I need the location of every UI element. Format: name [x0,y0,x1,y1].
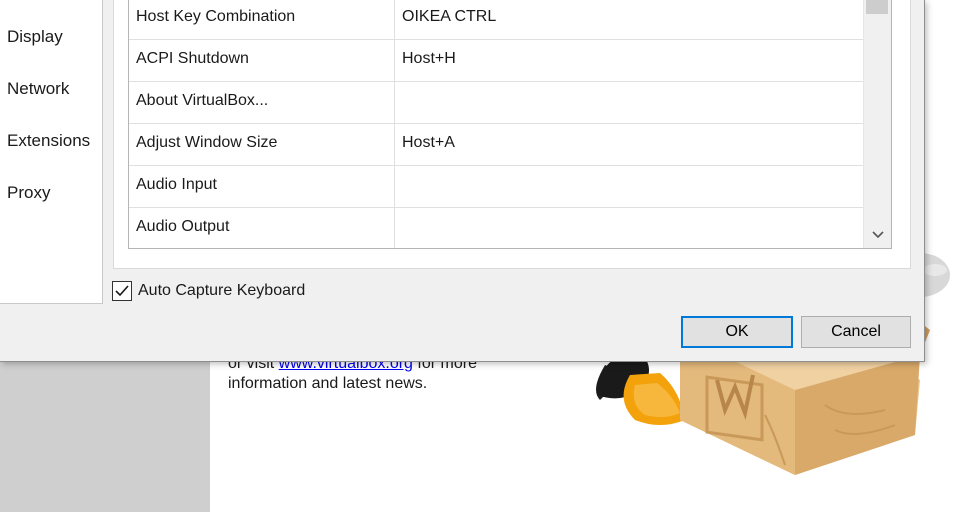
table-row[interactable]: Adjust Window Size Host+A [129,123,863,166]
nav-item-label: Display [7,27,63,46]
shortcut-cell[interactable]: Host+H [402,39,456,81]
action-cell: Audio Output [136,218,230,235]
table-row[interactable]: Audio Input [129,165,863,208]
action-cell: Audio Input [136,176,217,193]
table-row[interactable]: ACPI Shutdown Host+H [129,39,863,82]
shortcuts-table: Host Key Combination OIKEA CTRL ACPI Shu… [128,0,892,249]
table-row[interactable]: Host Key Combination OIKEA CTRL [129,0,863,40]
chevron-down-icon[interactable] [868,226,888,244]
nav-item-network[interactable]: Network [7,79,69,99]
checkmark-icon [115,285,129,297]
nav-item-proxy[interactable]: Proxy [7,183,50,203]
auto-capture-checkbox[interactable] [112,281,132,301]
nav-item-display[interactable]: Display [7,27,63,47]
nav-item-label: Network [7,79,70,98]
settings-nav-list: Display Network Extensions Proxy [0,0,103,304]
table-row[interactable]: Audio Output [129,207,863,248]
shortcut-cell[interactable]: Host+A [402,123,455,165]
action-cell: ACPI Shutdown [136,50,249,67]
action-cell: About VirtualBox... [136,92,269,109]
nav-item-label: Extensions [7,131,91,150]
nav-item-label: Proxy [7,183,51,202]
vertical-scrollbar[interactable] [863,0,891,248]
cancel-button[interactable]: Cancel [801,316,911,348]
welcome-line2: information and latest news. [228,375,428,392]
action-cell: Host Key Combination [136,8,296,25]
scrollbar-thumb[interactable] [866,0,888,14]
ok-button[interactable]: OK [681,316,793,348]
table-row[interactable]: About VirtualBox... [129,81,863,124]
nav-item-extensions[interactable]: Extensions [7,131,90,151]
action-cell: Adjust Window Size [136,134,278,151]
shortcut-cell[interactable]: OIKEA CTRL [402,0,496,39]
auto-capture-label: Auto Capture Keyboard [138,282,306,299]
preferences-dialog: Display Network Extensions Proxy Host Ke… [0,0,925,362]
